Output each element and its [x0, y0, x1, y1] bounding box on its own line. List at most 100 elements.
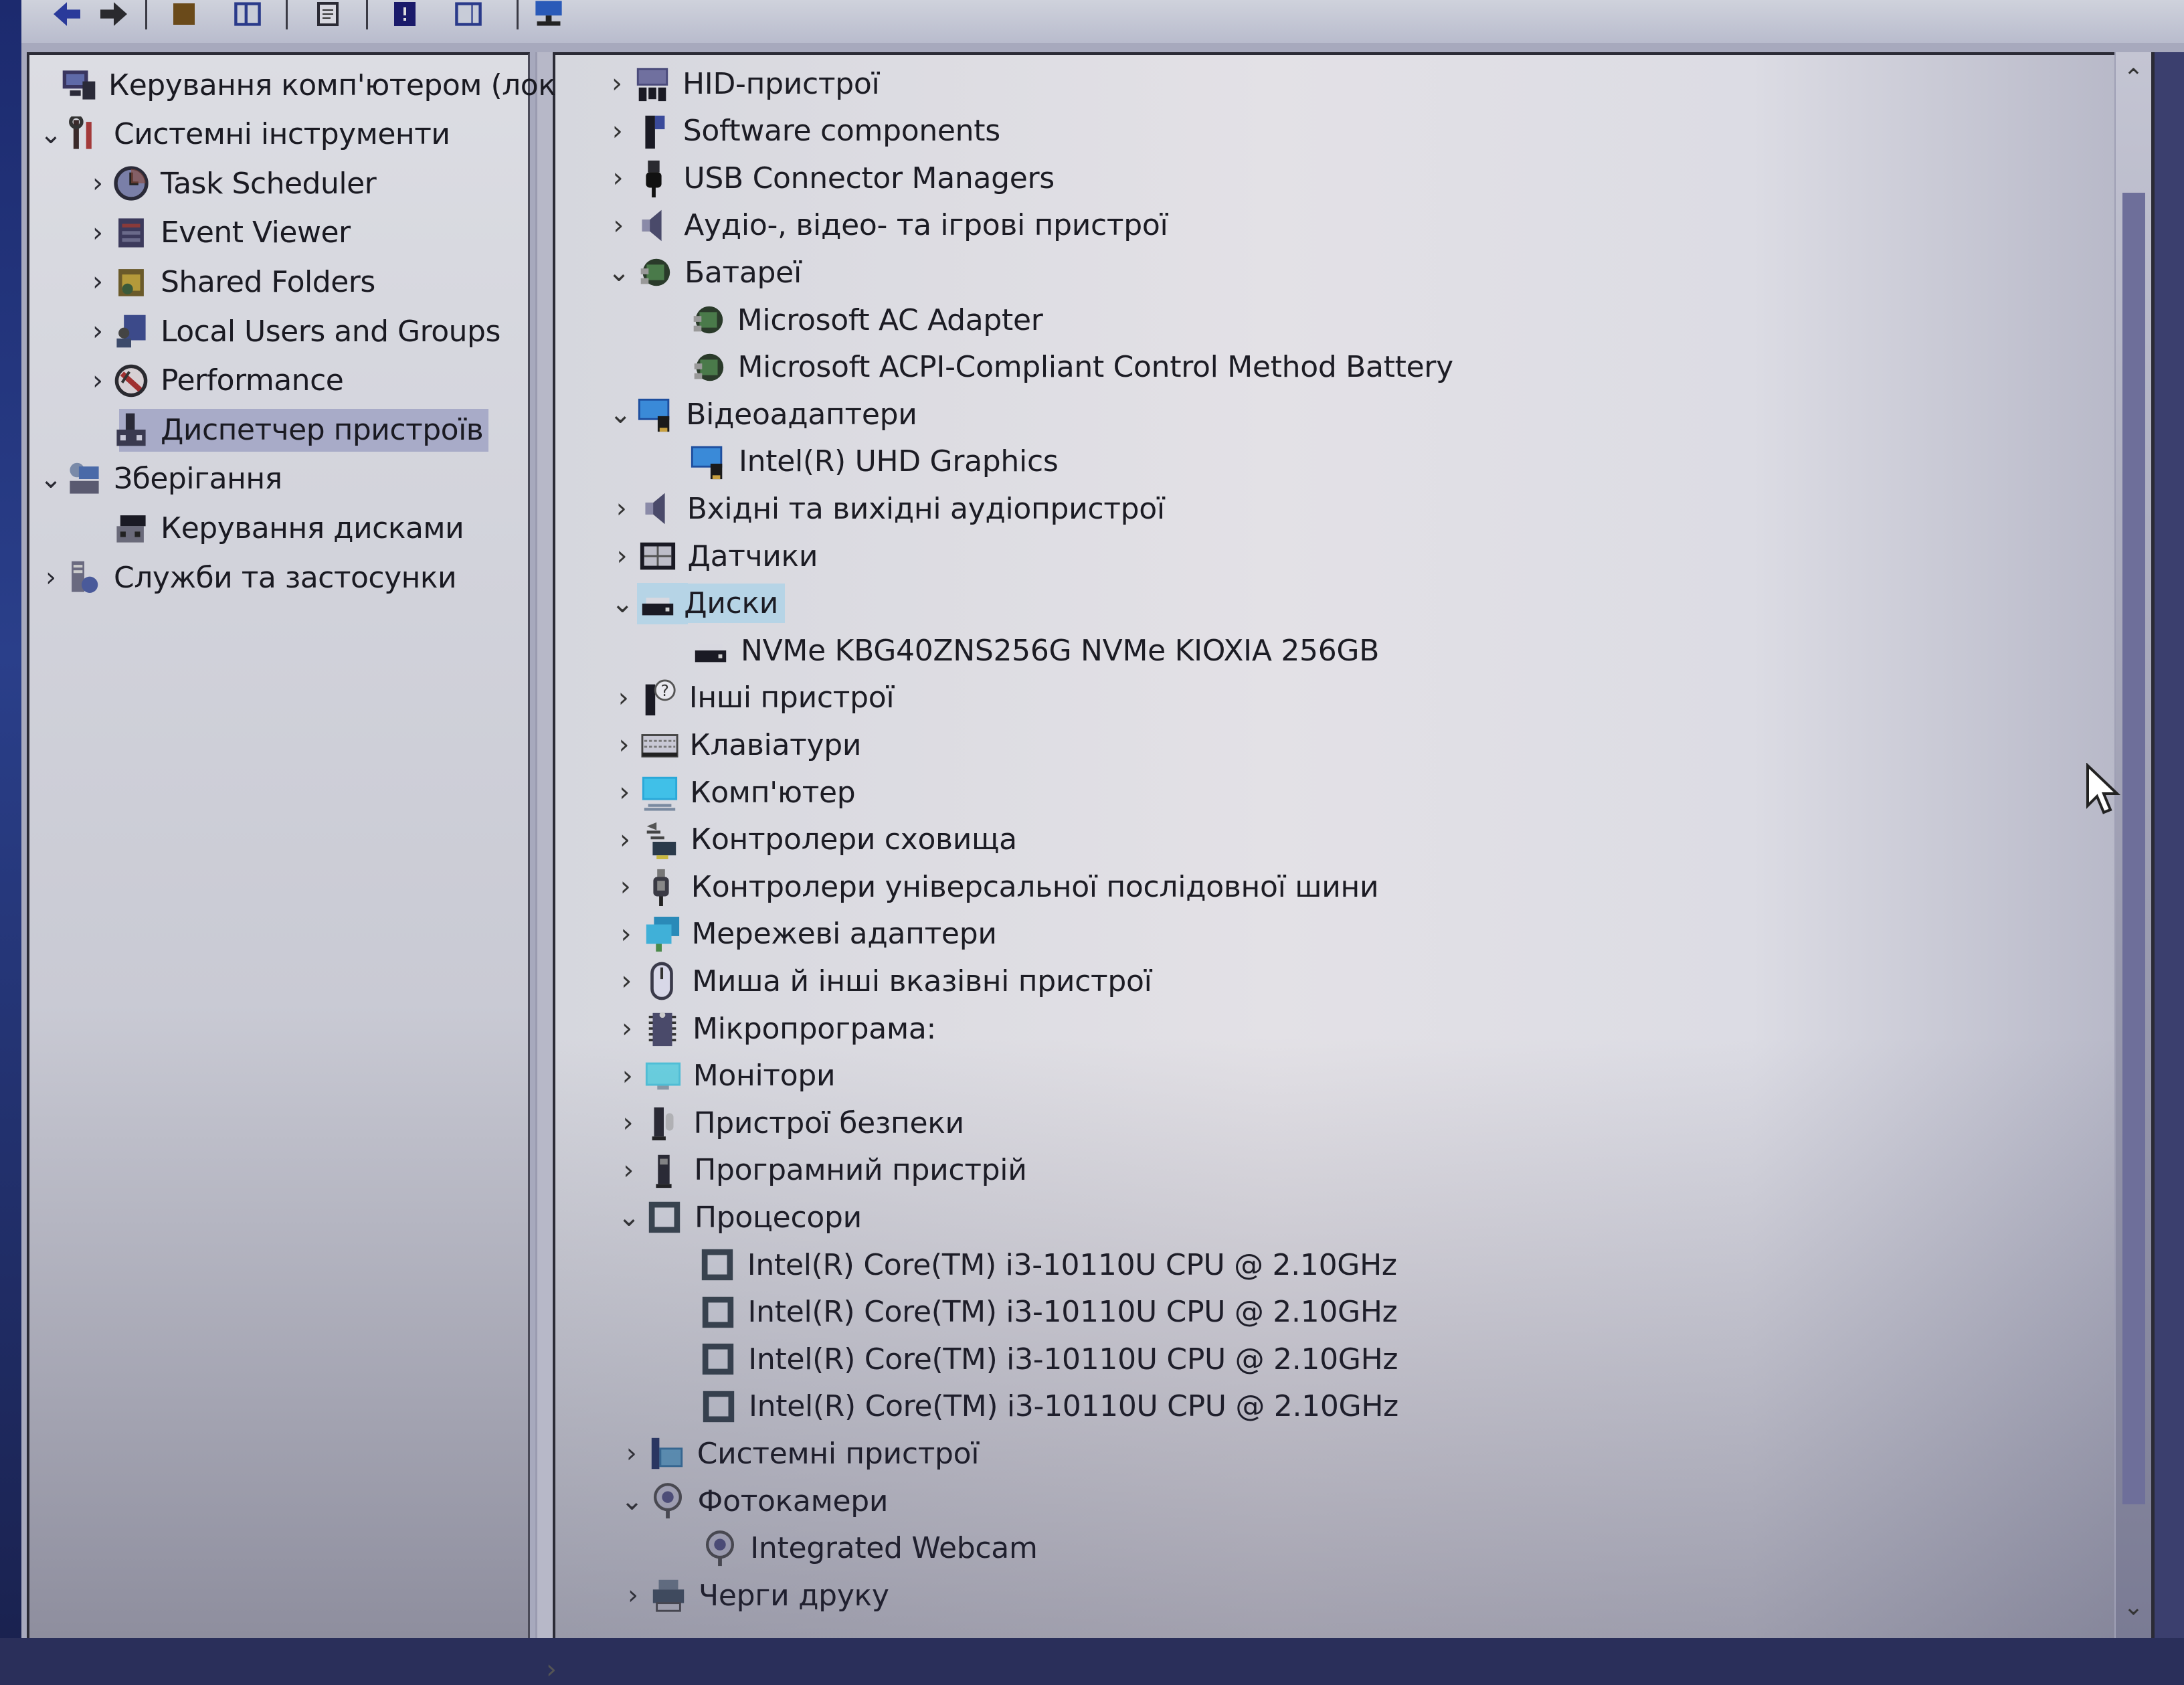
device-tree-item[interactable]: › USB Connector Managers — [604, 156, 1055, 200]
show-hide-tree-icon — [233, 1, 262, 30]
device-tree-item[interactable]: › Software components — [603, 109, 1000, 153]
chevron-right-icon[interactable]: › — [612, 1015, 642, 1042]
device-tree-item[interactable]: Microsoft AC Adapter — [657, 298, 1043, 342]
show-action-pane-button[interactable] — [450, 0, 487, 31]
device-tree-item[interactable]: Intel(R) Core(TM) i3-10110U CPU @ 2.10GH… — [668, 1290, 1398, 1334]
battery-icon — [687, 299, 728, 341]
scroll-thumb[interactable] — [2122, 193, 2145, 1504]
scroll-down-icon[interactable]: ⌄ — [2116, 1593, 2151, 1621]
console-tree-item[interactable]: ⌄ Системні інструменти — [37, 111, 450, 158]
chevron-right-icon[interactable]: › — [610, 826, 640, 853]
processor-icon — [697, 1292, 739, 1333]
chevron-right-icon[interactable]: › — [610, 779, 639, 806]
chevron-down-icon[interactable]: ⌄ — [604, 259, 634, 286]
chevron-right-icon[interactable]: › — [604, 165, 633, 191]
scroll-right-icon[interactable]: › — [546, 1654, 557, 1685]
scroll-up-icon[interactable]: ⌃ — [2116, 64, 2151, 92]
help-button[interactable] — [386, 0, 424, 31]
chevron-right-icon[interactable]: › — [603, 118, 632, 145]
chevron-right-icon[interactable]: › — [613, 1063, 642, 1089]
chevron-right-icon[interactable]: › — [608, 543, 637, 569]
device-tree-item[interactable]: › Пристрої безпеки — [614, 1101, 964, 1145]
chevron-down-icon[interactable]: ⌄ — [618, 1488, 647, 1514]
device-tree-item[interactable]: Integrated Webcam — [670, 1526, 1038, 1571]
tree-item-label: Системні інструменти — [114, 117, 450, 152]
device-tree-item[interactable]: ⌄ Процесори — [614, 1195, 862, 1239]
chevron-right-icon[interactable]: › — [612, 921, 641, 948]
mouse-cursor-icon — [2086, 763, 2120, 814]
chevron-right-icon[interactable]: › — [84, 170, 111, 197]
device-tree-item[interactable]: NVMe KBG40ZNS256G NVMe KIOXIA 256GB — [660, 628, 1379, 673]
chevron-down-icon[interactable]: ⌄ — [37, 466, 64, 493]
chevron-right-icon[interactable]: › — [84, 268, 111, 295]
chevron-right-icon[interactable]: › — [617, 1440, 646, 1467]
device-tree-item[interactable]: Intel(R) Core(TM) i3-10110U CPU @ 2.10GH… — [667, 1243, 1397, 1287]
device-tree-item[interactable]: Microsoft ACPI-Compliant Control Method … — [658, 345, 1453, 389]
up-folder-button[interactable] — [165, 0, 203, 31]
device-tree-item[interactable]: Intel(R) UHD Graphics — [658, 440, 1059, 484]
device-tree-item[interactable]: › Аудіо-, відео- та ігрові пристрої — [604, 203, 1168, 248]
console-tree-item[interactable]: ⌄ Зберігання — [37, 456, 282, 503]
tree-item-label: Контролери сховища — [691, 822, 1017, 857]
console-tree-item[interactable]: › Local Users and Groups — [84, 308, 500, 355]
chevron-right-icon[interactable]: › — [604, 212, 633, 239]
device-tree-item[interactable]: › Комп'ютер — [610, 770, 856, 814]
device-tree-item[interactable]: Intel(R) Core(TM) i3-10110U CPU @ 2.10GH… — [668, 1385, 1398, 1429]
device-tree-item[interactable]: › Системні пристрої — [617, 1431, 980, 1476]
pane-splitter[interactable] — [535, 52, 555, 1638]
device-tree-item[interactable]: › Клавіатури — [610, 723, 862, 767]
computer-management-icon — [59, 65, 99, 105]
device-tree-item[interactable]: › Контролери універсальної послідовної ши… — [611, 865, 1379, 909]
console-tree-item[interactable]: › Служби та застосунки — [37, 554, 457, 601]
device-tree-item[interactable]: ⌄ Фотокамери — [618, 1479, 888, 1523]
device-tree-item[interactable]: › HID-пристрої — [602, 62, 880, 106]
chevron-right-icon[interactable]: › — [612, 968, 641, 994]
chevron-right-icon[interactable]: › — [618, 1582, 648, 1609]
services-apps-icon — [64, 557, 104, 598]
back-button[interactable] — [48, 0, 86, 31]
console-tree-item[interactable]: › Task Scheduler — [84, 160, 377, 207]
chevron-right-icon[interactable]: › — [614, 1157, 643, 1184]
device-tree-item[interactable]: › Черги друку — [618, 1573, 889, 1617]
device-tree-item[interactable]: › Вхідні та вихідні аудіопристрої — [607, 486, 1165, 531]
console-tree-item[interactable]: Диспетчер пристроїв — [84, 406, 489, 453]
chevron-down-icon[interactable]: ⌄ — [608, 590, 637, 617]
device-tree-item[interactable]: › Контролери сховища — [610, 818, 1017, 862]
chevron-right-icon[interactable]: › — [84, 367, 111, 394]
console-tree-item[interactable]: Керування комп'ютером (лок — [32, 62, 556, 108]
show-hide-tree-button[interactable] — [229, 0, 266, 31]
chevron-right-icon[interactable]: › — [611, 873, 640, 900]
device-tree-item[interactable]: › Програмний пристрій — [614, 1148, 1027, 1192]
shared-folders-icon — [111, 262, 151, 302]
chevron-right-icon[interactable]: › — [609, 685, 638, 711]
device-tree-item[interactable]: › Мережеві адаптери — [612, 912, 997, 956]
chevron-right-icon[interactable]: › — [614, 1110, 643, 1136]
chevron-down-icon[interactable]: ⌄ — [614, 1204, 644, 1231]
console-tree-item[interactable]: › Event Viewer — [84, 209, 351, 256]
scan-hardware-button[interactable] — [530, 0, 567, 31]
console-tree-pane: Керування комп'ютером (лок ⌄ Системні інст… — [27, 52, 557, 1685]
device-tree-item[interactable]: ⌄ Відеоадаптери — [606, 392, 917, 436]
chevron-down-icon[interactable]: ⌄ — [37, 121, 64, 148]
device-tree-item[interactable]: › Датчики — [608, 534, 818, 578]
chevron-down-icon[interactable]: ⌄ — [606, 401, 635, 428]
device-tree-item[interactable]: › Монітори — [613, 1054, 836, 1098]
chevron-right-icon[interactable]: › — [610, 731, 639, 758]
chevron-right-icon[interactable]: › — [84, 219, 111, 246]
forward-button[interactable] — [95, 0, 132, 31]
chevron-right-icon[interactable]: › — [84, 318, 111, 345]
device-tree-item[interactable]: › Мікропрограма: — [612, 1006, 936, 1051]
device-tree-item[interactable]: Intel(R) Core(TM) i3-10110U CPU @ 2.10GH… — [668, 1337, 1398, 1381]
device-tree-item[interactable]: ⌄ Батареї — [604, 250, 802, 294]
properties-button[interactable] — [309, 0, 347, 31]
console-tree-item[interactable]: › Shared Folders — [84, 258, 375, 305]
chevron-right-icon[interactable]: › — [37, 564, 64, 591]
console-tree-item[interactable]: › Performance — [84, 357, 344, 404]
device-tree-item[interactable]: ⌄ Диски — [608, 582, 786, 626]
console-tree-item[interactable]: Керування дисками — [84, 505, 464, 551]
device-tree-item[interactable]: › Миша й інші вказівні пристрої — [612, 959, 1152, 1003]
chevron-right-icon[interactable]: › — [607, 495, 636, 522]
chevron-right-icon[interactable]: › — [602, 70, 632, 97]
device-tree-item[interactable]: ›? Інші пристрої — [609, 676, 895, 720]
vertical-scrollbar[interactable]: ⌃ ⌄ — [2114, 52, 2155, 1638]
